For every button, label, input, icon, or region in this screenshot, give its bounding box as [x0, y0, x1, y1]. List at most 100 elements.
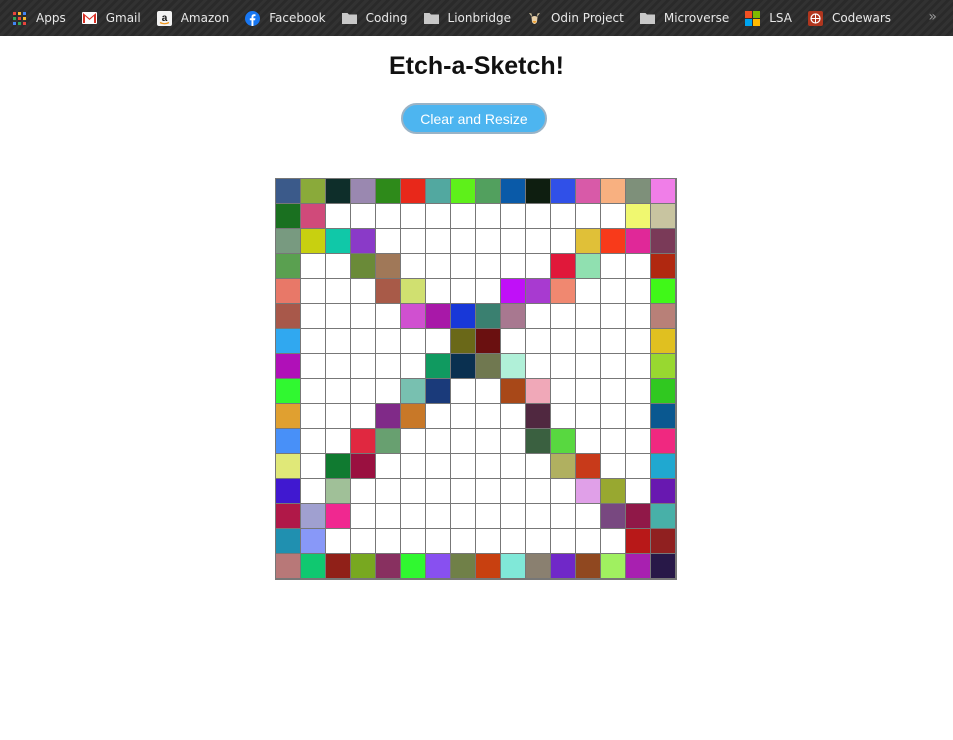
- grid-cell[interactable]: [451, 304, 475, 328]
- grid-cell[interactable]: [426, 329, 450, 353]
- grid-cell[interactable]: [326, 454, 350, 478]
- grid-cell[interactable]: [526, 229, 550, 253]
- grid-cell[interactable]: [626, 279, 650, 303]
- grid-cell[interactable]: [626, 529, 650, 553]
- grid-cell[interactable]: [476, 404, 500, 428]
- grid-cell[interactable]: [301, 354, 325, 378]
- grid-cell[interactable]: [476, 204, 500, 228]
- grid-cell[interactable]: [326, 429, 350, 453]
- grid-cell[interactable]: [351, 454, 375, 478]
- grid-cell[interactable]: [626, 329, 650, 353]
- grid-cell[interactable]: [276, 429, 300, 453]
- grid-cell[interactable]: [651, 229, 675, 253]
- grid-cell[interactable]: [326, 354, 350, 378]
- grid-cell[interactable]: [501, 454, 525, 478]
- grid-cell[interactable]: [501, 504, 525, 528]
- grid-cell[interactable]: [426, 179, 450, 203]
- grid-cell[interactable]: [451, 379, 475, 403]
- grid-cell[interactable]: [476, 279, 500, 303]
- grid-cell[interactable]: [551, 454, 575, 478]
- grid-cell[interactable]: [376, 479, 400, 503]
- grid-cell[interactable]: [576, 379, 600, 403]
- bookmark-codewars[interactable]: Codewars: [807, 10, 891, 26]
- grid-cell[interactable]: [551, 229, 575, 253]
- grid-cell[interactable]: [401, 554, 425, 578]
- grid-cell[interactable]: [576, 254, 600, 278]
- grid-cell[interactable]: [526, 404, 550, 428]
- grid-cell[interactable]: [451, 179, 475, 203]
- grid-cell[interactable]: [426, 279, 450, 303]
- grid-cell[interactable]: [526, 279, 550, 303]
- grid-cell[interactable]: [276, 404, 300, 428]
- grid-cell[interactable]: [376, 554, 400, 578]
- grid-cell[interactable]: [526, 554, 550, 578]
- grid-cell[interactable]: [301, 304, 325, 328]
- grid-cell[interactable]: [376, 279, 400, 303]
- grid-cell[interactable]: [326, 379, 350, 403]
- grid-cell[interactable]: [526, 479, 550, 503]
- grid-cell[interactable]: [376, 304, 400, 328]
- grid-cell[interactable]: [326, 229, 350, 253]
- grid-cell[interactable]: [601, 404, 625, 428]
- grid-cell[interactable]: [351, 554, 375, 578]
- grid-cell[interactable]: [601, 554, 625, 578]
- grid-cell[interactable]: [626, 354, 650, 378]
- grid-cell[interactable]: [651, 404, 675, 428]
- grid-cell[interactable]: [601, 479, 625, 503]
- grid-cell[interactable]: [501, 229, 525, 253]
- grid-cell[interactable]: [376, 504, 400, 528]
- grid-cell[interactable]: [601, 504, 625, 528]
- grid-cell[interactable]: [276, 329, 300, 353]
- grid-cell[interactable]: [451, 329, 475, 353]
- grid-cell[interactable]: [551, 429, 575, 453]
- bookmark-microverse[interactable]: Microverse: [639, 11, 729, 26]
- grid-cell[interactable]: [576, 479, 600, 503]
- grid-cell[interactable]: [326, 204, 350, 228]
- grid-cell[interactable]: [276, 454, 300, 478]
- grid-cell[interactable]: [451, 204, 475, 228]
- grid-cell[interactable]: [426, 354, 450, 378]
- grid-cell[interactable]: [326, 254, 350, 278]
- grid-cell[interactable]: [476, 229, 500, 253]
- grid-cell[interactable]: [351, 179, 375, 203]
- grid-cell[interactable]: [401, 379, 425, 403]
- grid-cell[interactable]: [576, 504, 600, 528]
- grid-cell[interactable]: [601, 429, 625, 453]
- grid-cell[interactable]: [626, 454, 650, 478]
- grid-cell[interactable]: [376, 204, 400, 228]
- grid-cell[interactable]: [526, 179, 550, 203]
- grid-cell[interactable]: [626, 379, 650, 403]
- grid-cell[interactable]: [401, 479, 425, 503]
- grid-cell[interactable]: [326, 529, 350, 553]
- bookmark-gmail[interactable]: Gmail: [81, 11, 141, 26]
- grid-cell[interactable]: [426, 379, 450, 403]
- grid-cell[interactable]: [501, 179, 525, 203]
- grid-cell[interactable]: [501, 354, 525, 378]
- grid-cell[interactable]: [551, 254, 575, 278]
- grid-cell[interactable]: [651, 304, 675, 328]
- grid-cell[interactable]: [276, 204, 300, 228]
- grid-cell[interactable]: [351, 504, 375, 528]
- grid-cell[interactable]: [501, 554, 525, 578]
- grid-cell[interactable]: [451, 554, 475, 578]
- grid-cell[interactable]: [526, 454, 550, 478]
- clear-and-resize-button[interactable]: Clear and Resize: [401, 103, 547, 134]
- grid-cell[interactable]: [301, 554, 325, 578]
- grid-cell[interactable]: [401, 304, 425, 328]
- grid-cell[interactable]: [426, 404, 450, 428]
- grid-cell[interactable]: [601, 304, 625, 328]
- grid-cell[interactable]: [601, 254, 625, 278]
- grid-cell[interactable]: [476, 179, 500, 203]
- grid-cell[interactable]: [551, 554, 575, 578]
- grid-cell[interactable]: [326, 279, 350, 303]
- bookmark-lsa[interactable]: LSA: [745, 10, 792, 26]
- grid-cell[interactable]: [526, 329, 550, 353]
- grid-cell[interactable]: [351, 529, 375, 553]
- grid-cell[interactable]: [626, 254, 650, 278]
- grid-cell[interactable]: [451, 254, 475, 278]
- grid-cell[interactable]: [376, 329, 400, 353]
- grid-cell[interactable]: [401, 454, 425, 478]
- grid-cell[interactable]: [651, 379, 675, 403]
- grid-cell[interactable]: [451, 404, 475, 428]
- grid-cell[interactable]: [526, 379, 550, 403]
